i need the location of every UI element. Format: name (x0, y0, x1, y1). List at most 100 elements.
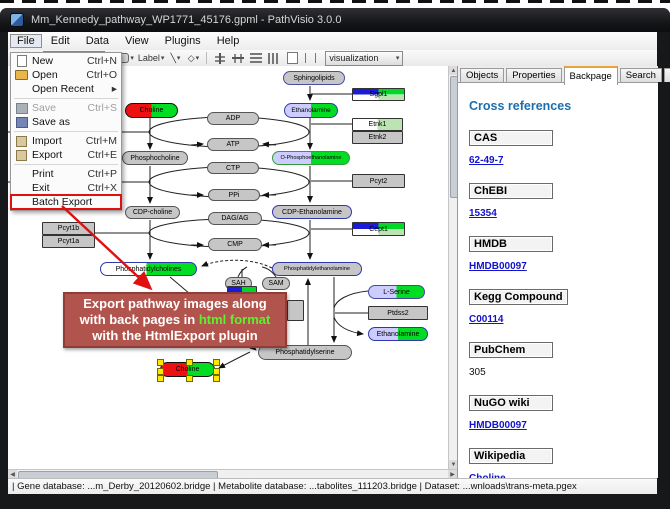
menu-view[interactable]: View (118, 34, 156, 48)
chevron-down-icon: ▾ (396, 54, 400, 62)
node-ethanolamine-top[interactable]: Ethanolamine (284, 103, 338, 118)
selection-handle[interactable] (157, 359, 164, 366)
crossref-link[interactable]: 15354 (469, 208, 657, 219)
node-ctp[interactable]: CTP (207, 162, 259, 174)
visualization-value: visualization (329, 53, 378, 63)
menu-edit[interactable]: Edit (44, 34, 77, 48)
crossref-link[interactable]: HMDB00097 (469, 261, 657, 272)
menu-data[interactable]: Data (79, 34, 116, 48)
node-label: Phosphatidylserine (275, 349, 334, 356)
node-ethanolamine-bottom[interactable]: Ethanolamine (368, 327, 428, 341)
stack-vertical-icon (268, 53, 280, 64)
node-pcyt1b[interactable]: Pcyt1b (42, 222, 95, 235)
blank-icon (14, 197, 29, 208)
node-hidden-gene[interactable] (287, 300, 304, 321)
menu-item-shortcut: Ctrl+M (86, 135, 117, 147)
crossref-header: Kegg Compound (469, 289, 568, 305)
menu-item-export[interactable]: ExportCtrl+E (11, 148, 121, 162)
node-etnk1[interactable]: Etnk1 (352, 118, 403, 131)
menu-item-shortcut: Ctrl+E (88, 149, 117, 161)
node-label: Ethanolamine (291, 107, 330, 114)
node-cmp[interactable]: CMP (208, 238, 262, 251)
menu-item-open-recent[interactable]: Open Recent▸ (11, 82, 121, 96)
align-center-button[interactable] (212, 51, 228, 66)
node-phosphatidylethanolamine[interactable]: Phosphatidylethanolamine (272, 262, 362, 276)
menu-item-label: Exit (32, 182, 82, 194)
group-button[interactable] (302, 51, 318, 66)
node-phosphocholine[interactable]: Phosphocholine (122, 151, 188, 165)
node-cept1[interactable]: Cept1 (352, 222, 405, 236)
node-o-phosphoethanolamine[interactable]: O-Phosphoethanolamine (272, 151, 350, 165)
common-bounds-button[interactable] (284, 51, 300, 66)
node-choline-top[interactable]: Choline (125, 103, 178, 118)
crossref-link[interactable]: 62-49-7 (469, 155, 657, 166)
node-label: Etnk2 (369, 134, 387, 141)
menu-item-shortcut: Ctrl+P (88, 168, 117, 180)
side-panel: ObjectsPropertiesBackpageSearchLegend Cr… (457, 66, 658, 478)
menu-item-new[interactable]: NewCtrl+N (11, 54, 121, 68)
menu-item-shortcut: Ctrl+S (88, 102, 117, 114)
menu-item-save[interactable]: Save Ctrl+S (11, 101, 121, 115)
node-label: ADP (226, 115, 240, 122)
save-icon (14, 103, 29, 114)
menu-plugins[interactable]: Plugins (158, 34, 208, 48)
node-pcyt1a[interactable]: Pcyt1a (42, 235, 95, 248)
menu-file[interactable]: File (10, 34, 42, 48)
node-sphingolipids[interactable]: Sphingolipids (283, 71, 345, 85)
node-sam[interactable]: SAM (262, 277, 290, 290)
node-cdp-ethanolamine[interactable]: CDP-Ethanolamine (272, 205, 352, 219)
menu-separator (14, 98, 118, 99)
menu-item-import[interactable]: ImportCtrl+M (11, 134, 121, 148)
node-atp[interactable]: ATP (207, 138, 259, 151)
selection-handle[interactable] (213, 359, 220, 366)
menu-item-open[interactable]: OpenCtrl+O (11, 68, 121, 82)
node-etnk2[interactable]: Etnk2 (352, 131, 403, 144)
stack-vertical-button[interactable] (266, 51, 282, 66)
visualization-combobox[interactable]: visualization ▾ (325, 51, 403, 66)
selection-handle[interactable] (213, 375, 220, 382)
tab-legend[interactable]: Legend (664, 68, 670, 82)
node-pcyt2[interactable]: Pcyt2 (352, 174, 405, 188)
distribute-button[interactable] (230, 51, 246, 66)
new-icon (14, 56, 29, 67)
node-ppi[interactable]: PPi (208, 189, 260, 201)
menu-item-print[interactable]: PrintCtrl+P (11, 167, 121, 181)
selection-handle[interactable] (186, 359, 193, 366)
backpage-content: Cross references CAS62-49-7ChEBI15354HMD… (458, 83, 657, 478)
menu-item-batch-export[interactable]: Batch Export (11, 195, 121, 209)
callout-text-after: with the HtmlExport plugin (92, 328, 257, 343)
node-label: PPi (229, 192, 240, 199)
stack-horizontal-button[interactable] (248, 51, 264, 66)
crossref-link[interactable]: C00114 (469, 314, 657, 325)
label-tool-button[interactable]: Label▾ (137, 51, 166, 66)
selection-handle[interactable] (157, 368, 164, 375)
menu-item-label: Save (32, 102, 82, 114)
node-phosphatidylcholines[interactable]: Phosphatidylcholines (100, 262, 197, 276)
tab-backpage[interactable]: Backpage (564, 66, 618, 85)
line-tool-button[interactable]: ╲▾ (167, 51, 183, 66)
node-cdp-choline[interactable]: CDP-choline (125, 206, 180, 219)
node-dag[interactable]: DAG/AG (208, 212, 262, 225)
node-label: CDP-choline (133, 209, 172, 216)
node-label: Ethanolamine (377, 331, 420, 338)
tab-properties[interactable]: Properties (506, 68, 561, 82)
menu-help[interactable]: Help (210, 34, 247, 48)
crossref-header: ChEBI (469, 183, 553, 199)
node-adp[interactable]: ADP (207, 112, 259, 125)
tab-objects[interactable]: Objects (460, 68, 504, 82)
node-sgpl1[interactable]: Sgpl1 (352, 88, 405, 101)
menu-item-exit[interactable]: ExitCtrl+X (11, 181, 121, 195)
node-ptdss2[interactable]: Ptdss2 (368, 306, 428, 320)
selection-handle[interactable] (213, 368, 220, 375)
menu-item-save-as[interactable]: Save as (11, 115, 121, 129)
crossref-link[interactable]: HMDB00097 (469, 420, 657, 431)
node-l-serine[interactable]: L-Serine (368, 285, 425, 299)
node-label: Etnk1 (369, 121, 387, 128)
tab-search[interactable]: Search (620, 68, 662, 82)
selection-handle[interactable] (157, 375, 164, 382)
node-label: Sphingolipids (293, 75, 334, 82)
title-bar[interactable]: Mm_Kennedy_pathway_WP1771_45176.gpml - P… (0, 8, 670, 32)
selection-handle[interactable] (186, 375, 193, 382)
open-icon (14, 70, 29, 81)
shape-tool-button[interactable]: ◇▾ (185, 51, 201, 66)
